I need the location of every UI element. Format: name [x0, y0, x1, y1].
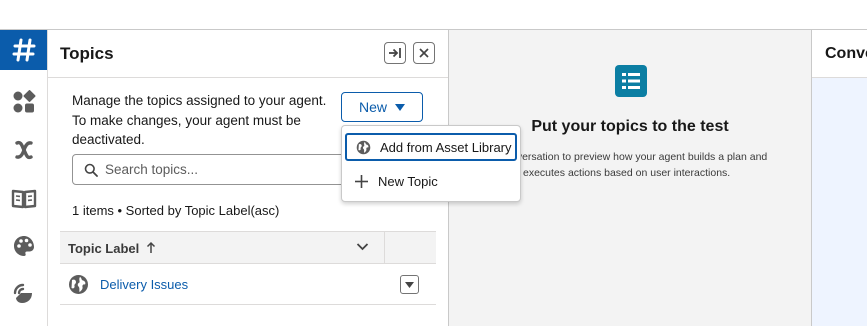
- rail-item-apps[interactable]: [0, 82, 47, 122]
- globe-icon: [69, 275, 88, 294]
- rail-item-topics[interactable]: [0, 30, 47, 70]
- conversation-panel: Conve: [812, 30, 867, 326]
- caret-down-icon: [405, 281, 414, 288]
- collapse-panel-button[interactable]: [384, 42, 406, 64]
- description-line: nversation to preview how your agent bui…: [511, 151, 768, 163]
- row-actions-button[interactable]: [400, 275, 419, 294]
- rail-item-library[interactable]: [0, 178, 47, 218]
- chevron-down-icon[interactable]: [356, 242, 369, 251]
- new-dropdown-menu: Add from Asset Library New Topic: [341, 125, 521, 202]
- book-icon: [11, 189, 36, 209]
- panel-description: Manage the topics assigned to your agent…: [72, 93, 327, 147]
- collapse-right-icon: [389, 48, 401, 58]
- conversation-header: Conve: [812, 30, 867, 78]
- menu-item-add-from-asset-library[interactable]: Add from Asset Library: [345, 133, 517, 161]
- apps-grid-icon: [13, 90, 35, 113]
- caret-down-icon: [395, 103, 405, 111]
- topics-hash-icon: [12, 38, 35, 62]
- sort-ascending-icon[interactable]: [146, 241, 156, 254]
- search-box: [72, 154, 362, 185]
- top-band: [0, 0, 867, 30]
- signal-icon: [13, 283, 32, 303]
- new-button-label: New: [358, 99, 387, 115]
- search-input[interactable]: [105, 155, 355, 184]
- column-divider: [384, 232, 385, 264]
- list-icon: [615, 65, 647, 97]
- rail-item-appearance[interactable]: [0, 226, 47, 266]
- plus-icon: [355, 174, 368, 188]
- menu-item-new-topic[interactable]: New Topic: [345, 167, 517, 195]
- table-row: Delivery Issues: [60, 264, 436, 305]
- topic-link[interactable]: Delivery Issues: [100, 277, 188, 292]
- close-panel-button[interactable]: [413, 42, 435, 64]
- left-nav-rail: [0, 30, 48, 326]
- variable-x-icon: [14, 140, 33, 160]
- rail-item-connections[interactable]: [0, 274, 47, 314]
- panel-title: Topics: [60, 44, 114, 63]
- rail-item-variables[interactable]: [0, 130, 47, 170]
- list-meta: 1 items • Sorted by Topic Label(asc): [72, 203, 280, 218]
- description-line: executes actions based on user interacti…: [523, 166, 731, 179]
- new-topic-menu-button[interactable]: New: [341, 92, 423, 122]
- test-panel-description: nversation to preview how your agent bui…: [511, 150, 811, 181]
- header-divider: [48, 77, 448, 78]
- close-icon: [419, 48, 429, 58]
- menu-item-label: Add from Asset Library: [380, 139, 512, 155]
- menu-item-label: New Topic: [378, 173, 438, 189]
- search-icon: [84, 163, 98, 177]
- conversation-title: Conve: [825, 45, 867, 62]
- globe-icon: [356, 140, 371, 154]
- column-header-topic-label[interactable]: Topic Label: [68, 241, 139, 256]
- palette-icon: [13, 236, 34, 256]
- table-header: Topic Label: [60, 231, 436, 264]
